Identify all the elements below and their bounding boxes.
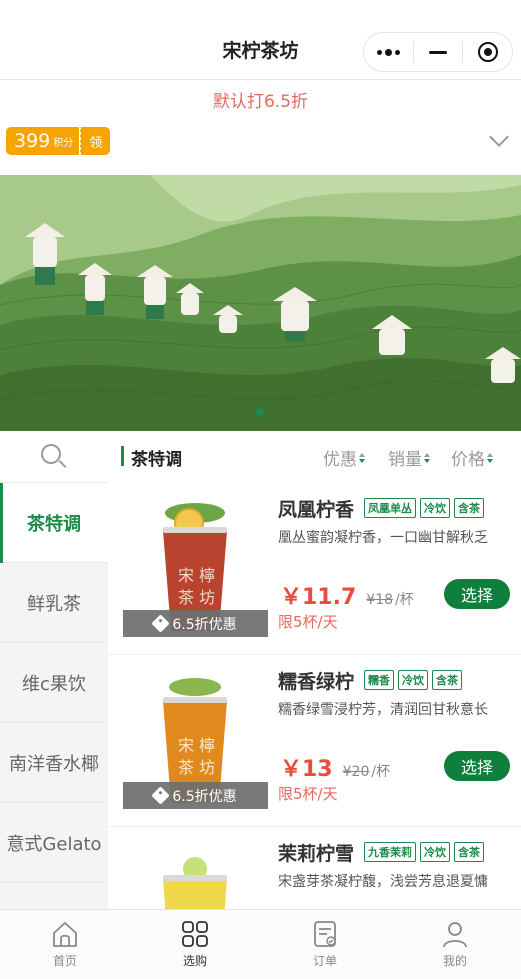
tag-chip: 凤凰单丛 <box>364 498 416 518</box>
order-icon <box>314 921 336 947</box>
chevron-down-icon[interactable] <box>489 127 509 147</box>
tag-chip: 冷饮 <box>398 670 428 690</box>
price-unit: /杯 <box>371 764 391 780</box>
search-button[interactable] <box>0 431 108 483</box>
current-price: ￥13 <box>280 757 333 782</box>
user-icon <box>443 922 467 948</box>
current-price: ￥11.7 <box>280 585 357 610</box>
purchase-limit: 限5杯/天 <box>278 785 338 803</box>
tag-chip: 糯香 <box>364 670 394 690</box>
svg-text:宋 檸: 宋 檸 <box>178 566 215 585</box>
carousel-indicator[interactable] <box>256 408 265 417</box>
points-coupon[interactable]: 399 积分 领 <box>6 127 111 155</box>
product-description: 凰丛蜜韵凝柠香，一口幽甘解秋乏 <box>278 530 488 546</box>
sort-arrows-icon <box>487 452 493 463</box>
price-block: ￥11.7 ¥18 /杯 <box>280 579 414 611</box>
tag-chip: 冷饮 <box>420 842 450 862</box>
tab-shop[interactable]: 选购 <box>130 910 260 979</box>
original-price: ¥18 <box>366 592 394 608</box>
svg-text:茶 坊: 茶 坊 <box>178 758 215 777</box>
sort-arrows-icon <box>424 452 430 463</box>
category-item-tea-special[interactable]: 茶特调 <box>0 483 108 563</box>
select-button[interactable]: 选择 <box>444 751 510 781</box>
more-dots-icon <box>376 48 400 56</box>
nav-header: 宋柠茶坊 <box>0 0 521 80</box>
tea-field-illustration <box>0 175 521 431</box>
target-icon <box>477 42 498 62</box>
tag-chip: 含茶 <box>432 670 462 690</box>
original-price: ¥20 <box>342 764 370 780</box>
home-icon <box>53 922 77 947</box>
sort-sales[interactable]: 销量 <box>388 445 430 470</box>
grid-icon <box>182 921 208 947</box>
svg-text:宋 檸: 宋 檸 <box>178 736 215 755</box>
product-card[interactable]: 宋 檸 茶 坊 6.5折优惠 凤凰柠香 凤凰单丛 冷饮 含茶 凰丛蜜韵凝柠香，一… <box>108 483 521 655</box>
tag-chip: 含茶 <box>454 498 484 518</box>
purchase-limit: 限5杯/天 <box>278 613 338 631</box>
minimize-icon <box>429 50 447 54</box>
tag-chip: 九香茉莉 <box>364 842 416 862</box>
tab-home[interactable]: 首页 <box>0 910 130 979</box>
promo-label: 6.5折优惠 <box>123 782 268 809</box>
tag-icon <box>151 614 171 633</box>
drink-cup-image <box>163 857 227 909</box>
close-capsule-button[interactable] <box>463 33 512 71</box>
select-button[interactable]: 选择 <box>444 579 510 609</box>
product-name: 茉莉柠雪 <box>278 843 355 865</box>
promo-label: 6.5折优惠 <box>123 610 268 637</box>
tag-chip: 冷饮 <box>420 498 450 518</box>
product-tags: 糯香 冷饮 含茶 <box>364 670 462 690</box>
section-header: 茶特调 优惠 销量 价格 <box>108 431 521 483</box>
category-item-coconut[interactable]: 南洋香水椰 <box>0 723 108 803</box>
product-card[interactable]: 宋 檸 茶 坊 6.5折优惠 糯香绿柠 糯香 冷饮 含茶 糯香绿雪浸柠芳，清润回… <box>108 655 521 827</box>
points-unit: 积分 <box>53 137 74 149</box>
section-title: 茶特调 <box>131 450 182 470</box>
sort-discount[interactable]: 优惠 <box>323 445 365 470</box>
discount-notice: 默认打6.5折 <box>212 92 309 112</box>
points-value: 399 <box>14 130 51 152</box>
sort-price[interactable]: 价格 <box>451 445 493 470</box>
mini-program-capsule <box>363 32 513 72</box>
product-description: 糯香绿雪浸柠芳，清润回甘秋意长 <box>278 702 488 718</box>
category-item-gelato[interactable]: 意式Gelato <box>0 803 108 883</box>
category-item-milk-tea[interactable]: 鲜乳茶 <box>0 563 108 643</box>
product-description: 宋盏芽茶凝柠馥，浅尝芳息退夏慵 <box>278 874 488 890</box>
category-item-vitamin-c-fruit[interactable]: 维c果饮 <box>0 643 108 723</box>
tag-icon <box>151 786 171 805</box>
price-block: ￥13 ¥20 /杯 <box>280 751 390 783</box>
bottom-tab-bar: 首页 选购 订单 我的 <box>0 909 521 979</box>
price-unit: /杯 <box>395 592 414 608</box>
product-tags: 凤凰单丛 冷饮 含茶 <box>364 498 484 518</box>
svg-text:茶 坊: 茶 坊 <box>178 588 215 607</box>
product-tags: 九香茉莉 冷饮 含茶 <box>364 842 484 862</box>
tag-chip: 含茶 <box>454 842 484 862</box>
more-menu-button[interactable] <box>364 33 413 71</box>
sort-arrows-icon <box>359 452 365 463</box>
minimize-button[interactable] <box>414 33 463 71</box>
promo-banner[interactable] <box>0 175 521 431</box>
product-card[interactable]: 茉莉柠雪 九香茉莉 冷饮 含茶 宋盏芽茶凝柠馥，浅尝芳息退夏慵 <box>108 827 521 909</box>
search-icon <box>41 443 67 470</box>
product-name: 凤凰柠香 <box>278 499 355 521</box>
product-name: 糯香绿柠 <box>278 671 355 693</box>
claim-button[interactable]: 领 <box>80 127 111 155</box>
tab-profile[interactable]: 我的 <box>390 910 520 979</box>
tab-orders[interactable]: 订单 <box>260 910 390 979</box>
category-sidebar: 茶特调 鲜乳茶 维c果饮 南洋香水椰 意式Gelato <box>0 431 108 909</box>
